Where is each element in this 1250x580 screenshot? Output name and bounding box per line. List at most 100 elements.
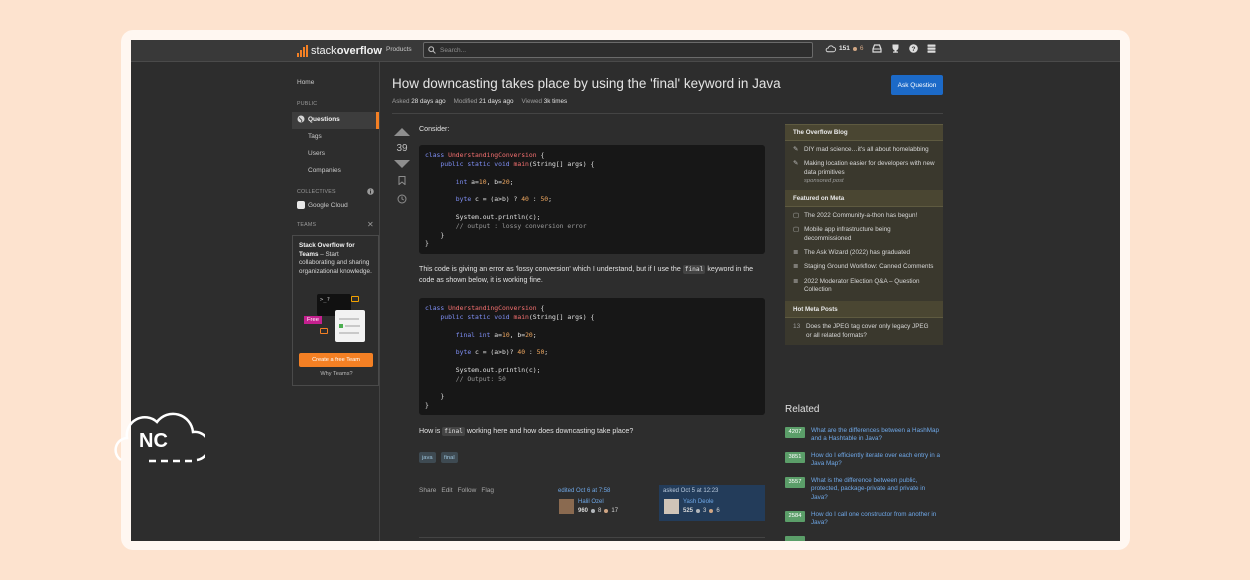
hot-meta-header: Hot Meta Posts: [785, 301, 943, 319]
bronze-badge-icon: [852, 46, 857, 51]
why-teams-link[interactable]: Why Teams?: [293, 371, 380, 377]
teams-description: Stack Overflow for Teams – Start collabo…: [299, 242, 374, 276]
globe-icon: [297, 115, 305, 123]
tag-java[interactable]: java: [419, 452, 436, 463]
related-heading: Related: [785, 404, 820, 415]
asker-name[interactable]: Yash Deole: [683, 499, 714, 505]
stackoverflow-logo[interactable]: stack overflow: [297, 43, 382, 59]
achievements-icon[interactable]: [891, 44, 900, 53]
flag-link[interactable]: Flag: [481, 487, 494, 494]
products-link[interactable]: Products: [386, 46, 412, 53]
blog-header: The Overflow Blog: [785, 124, 943, 141]
viewed-meta: Viewed 3k times: [521, 98, 568, 105]
nc-watermark-text: NC: [139, 430, 168, 452]
share-link[interactable]: Share: [419, 487, 436, 494]
nav-home[interactable]: Home: [297, 79, 314, 86]
create-team-button[interactable]: Create a free Team: [299, 353, 373, 367]
question-title[interactable]: How downcasting takes place by using the…: [392, 76, 781, 91]
pencil-icon: ✎: [793, 146, 799, 153]
nav-companies[interactable]: Companies: [308, 167, 341, 174]
post-menu: Share Edit Follow Flag: [419, 487, 494, 494]
follow-link[interactable]: Follow: [458, 487, 477, 494]
meta-item[interactable]: ≣ The Ask Wizard (2022) has graduated: [793, 249, 935, 257]
editor-signature: edited Oct 6 at 7:58 Halil Ozel 960 8 17: [554, 485, 660, 521]
tag-final[interactable]: final: [441, 452, 458, 463]
related-item-cutoff[interactable]: [785, 536, 943, 541]
paragraph-2: How is final working here and how does d…: [419, 427, 634, 436]
asker-avatar[interactable]: [664, 499, 679, 514]
logo-text-bold: overflow: [336, 45, 382, 57]
hot-meta-count: 13: [793, 323, 801, 331]
stack-icon: ≣: [793, 277, 799, 285]
close-icon[interactable]: ✕: [367, 220, 374, 229]
free-badge: Free: [304, 316, 322, 324]
ask-question-button[interactable]: Ask Question: [891, 75, 943, 95]
inbox-icon[interactable]: [872, 44, 883, 53]
paragraph-1: This code is giving an error as 'lossy c…: [419, 265, 754, 284]
nav-users[interactable]: Users: [308, 150, 325, 157]
blog-item[interactable]: ✎ Making location easier for developers w…: [793, 160, 935, 185]
google-cloud-icon: [297, 201, 305, 209]
profile-reputation[interactable]: 151 6: [825, 44, 864, 53]
nav-section-teams: TEAMS: [297, 222, 317, 228]
code-block-2: class UnderstandingConversion { public s…: [419, 298, 765, 415]
meta-item[interactable]: ≣ Staging Ground Workflow: Canned Comment…: [793, 263, 935, 271]
teams-promo: Stack Overflow for Teams – Start collabo…: [292, 235, 379, 386]
left-sidebar: Home PUBLIC Questions Tags Users Compani…: [292, 62, 380, 541]
history-icon[interactable]: [397, 194, 407, 204]
bookmark-icon[interactable]: [398, 176, 406, 186]
search-icon: [428, 46, 436, 54]
chat-bubble-icon: [320, 328, 328, 334]
meta-item[interactable]: ▢ The 2022 Community-a-thon has begun!: [793, 212, 935, 220]
downvote-icon[interactable]: [394, 160, 410, 168]
bronze-count: 6: [859, 45, 864, 52]
edit-link[interactable]: Edit: [441, 487, 452, 494]
meta-item[interactable]: ≣ 2022 Moderator Election Q&A – Question …: [793, 278, 935, 295]
modified-meta: Modified 21 days ago: [453, 98, 514, 105]
nav-section-collectives: COLLECTIVES: [297, 189, 336, 195]
logo-text-light: stack: [311, 45, 337, 57]
blog-item[interactable]: ✎ DIY mad science…it's all about homelabb…: [793, 146, 935, 154]
search-input[interactable]: Search...: [423, 42, 813, 58]
editor-name[interactable]: Halil Ozel: [578, 499, 604, 505]
vote-cell: 39: [393, 128, 411, 209]
nav-questions-label: Questions: [308, 115, 340, 123]
svg-text:?: ?: [912, 46, 916, 53]
blog-list: ✎ DIY mad science…it's all about homelabb…: [785, 141, 943, 191]
site-switcher-icon[interactable]: [927, 44, 936, 53]
chat-icon: ▢: [793, 226, 800, 234]
vote-count: 39: [396, 143, 408, 154]
info-icon[interactable]: [367, 188, 374, 195]
related-item[interactable]: 2584 How do I call one constructor from a…: [785, 511, 943, 528]
editor-avatar[interactable]: [559, 499, 574, 514]
related-score: 4207: [785, 427, 805, 438]
related-item[interactable]: 3557 What is the difference between publi…: [785, 477, 943, 502]
help-icon[interactable]: ?: [909, 44, 919, 53]
upvote-icon[interactable]: [394, 128, 410, 136]
reputation-count: 151: [839, 45, 850, 52]
code-block-1: class UnderstandingConversion { public s…: [419, 145, 765, 254]
related-score: 3557: [785, 477, 805, 488]
topbar-icons: 151 6 ?: [825, 44, 936, 53]
meta-item[interactable]: ▢ Mobile app infrastructure being decommi…: [793, 226, 935, 243]
chat-icon: [351, 296, 359, 302]
question-meta: Asked 28 days ago Modified 21 days ago V…: [392, 98, 567, 105]
hot-meta-item[interactable]: 13 Does the JPEG tag cover only legacy JP…: [793, 323, 935, 340]
related-item[interactable]: 3851 How do I efficiently iterate over ea…: [785, 452, 943, 469]
edited-timestamp[interactable]: edited Oct 6 at 7:58: [558, 488, 610, 494]
stack-icon: ≣: [793, 263, 799, 271]
nav-google-cloud[interactable]: Google Cloud: [297, 201, 348, 209]
meta-list: ▢ The 2022 Community-a-thon has begun! ▢ M…: [785, 207, 943, 302]
asked-meta: Asked 28 days ago: [392, 98, 446, 105]
hot-meta-list: 13 Does the JPEG tag cover only legacy JP…: [785, 318, 943, 345]
answers-divider: [419, 537, 765, 538]
right-sidebar: The Overflow Blog ✎ DIY mad science…it's …: [785, 124, 943, 345]
sponsored-label: sponsored post: [804, 177, 844, 184]
nav-questions[interactable]: Questions: [297, 115, 340, 123]
nav-tags[interactable]: Tags: [308, 133, 322, 140]
nc-watermark-logo: NC: [113, 404, 211, 469]
related-score: 3851: [785, 452, 805, 463]
asker-signature: asked Oct 5 at 12:23 Yash Deole 525 3 6: [659, 485, 765, 521]
related-item[interactable]: 4207 What are the differences between a H…: [785, 427, 943, 444]
logo-icon: [297, 45, 308, 57]
